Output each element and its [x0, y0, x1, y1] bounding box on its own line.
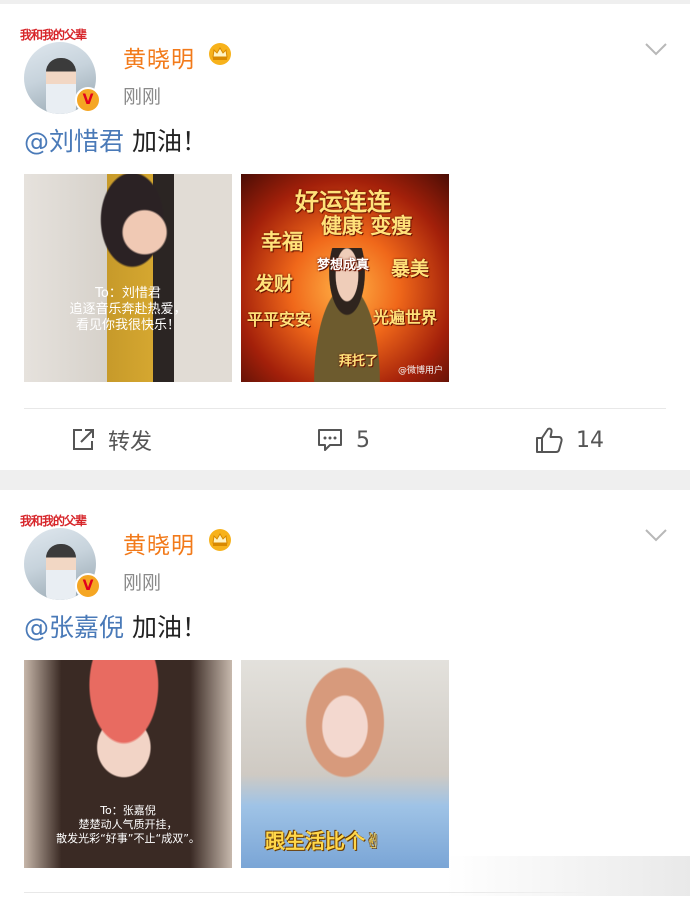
avatar-banner-text: 我和我的父辈 [20, 514, 87, 528]
blessing-text: 发财 [255, 273, 294, 295]
image-dedication-text: To：张嘉倪 楚楚动人气质开挂， 散发光彩“好事”不止“成双”。 [56, 804, 200, 845]
comment-icon [318, 429, 342, 451]
post-timestamp: 刚刚 [123, 86, 162, 108]
post-timestamp: 刚刚 [123, 572, 162, 594]
comment-button[interactable]: 5 [316, 424, 370, 456]
crown-icon [209, 43, 231, 65]
weibo-feed: 我和我的父辈 V 黄晓明 刚刚 @刘惜君 加油！ To：刘惜君 追逐音乐奔赴热爱… [0, 0, 690, 902]
post-text: @刘惜君 加油！ [24, 126, 207, 158]
image-caption: 跟生活比个✌ [265, 829, 382, 853]
blessing-text: 光遍世界 [373, 308, 438, 327]
image-watermark: @微博用户 [397, 366, 443, 376]
username[interactable]: 黄晓明 [123, 40, 195, 74]
post-image[interactable]: To：刘惜君 追逐音乐奔赴热爱， 看见你我很快乐！ [24, 174, 232, 382]
blessing-text: 梦想成真 [317, 258, 370, 273]
like-button[interactable]: 14 [534, 424, 604, 456]
comment-count: 5 [356, 427, 370, 453]
repost-button[interactable]: 转发 [70, 424, 152, 456]
scroll-fade-overlay [446, 856, 690, 896]
chevron-down-icon[interactable] [644, 528, 668, 542]
blessing-text: 健康 变瘦 [321, 214, 413, 238]
divider [24, 408, 666, 409]
post-body: 加油！ [124, 127, 207, 156]
share-icon [73, 429, 94, 450]
blessing-text: 平平安安 [247, 310, 312, 329]
repost-label: 转发 [108, 430, 153, 455]
verified-badge-icon: V [75, 87, 101, 113]
crown-icon [209, 529, 231, 551]
username[interactable]: 黄晓明 [123, 526, 195, 560]
blessing-text: 暴美 [391, 258, 430, 280]
post-image[interactable]: 跟生活比个✌ [241, 660, 449, 868]
blessing-text: 幸福 [261, 230, 303, 254]
post-text: @张嘉倪 加油！ [24, 612, 207, 644]
post-body: 加油！ [124, 613, 207, 642]
avatar[interactable]: 我和我的父辈 V [20, 514, 101, 600]
like-count: 14 [576, 427, 604, 453]
avatar-banner-text: 我和我的父辈 [20, 28, 87, 42]
weibo-post: 我和我的父辈 V 黄晓明 刚刚 @张嘉倪 加油！ To：张嘉倪 楚楚动人气质开挂… [0, 490, 690, 902]
post-image[interactable]: 好运连连 幸福 健康 变瘦 梦想成真 发财 暴美 平平安安 光遍世界 拜托了 @… [241, 174, 449, 382]
image-dedication-text: To：刘惜君 追逐音乐奔赴热爱， 看见你我很快乐！ [69, 286, 187, 333]
thumbs-up-icon [536, 427, 563, 453]
avatar[interactable]: 我和我的父辈 V [20, 28, 101, 114]
chevron-down-icon[interactable] [644, 42, 668, 56]
blessing-text: 拜托了 [339, 354, 379, 369]
weibo-post: 我和我的父辈 V 黄晓明 刚刚 @刘惜君 加油！ To：刘惜君 追逐音乐奔赴热爱… [0, 4, 690, 470]
mention-link[interactable]: @刘惜君 [24, 127, 124, 156]
post-image[interactable]: To：张嘉倪 楚楚动人气质开挂， 散发光彩“好事”不止“成双”。 [24, 660, 232, 868]
mention-link[interactable]: @张嘉倪 [24, 613, 124, 642]
verified-badge-icon: V [75, 573, 101, 599]
